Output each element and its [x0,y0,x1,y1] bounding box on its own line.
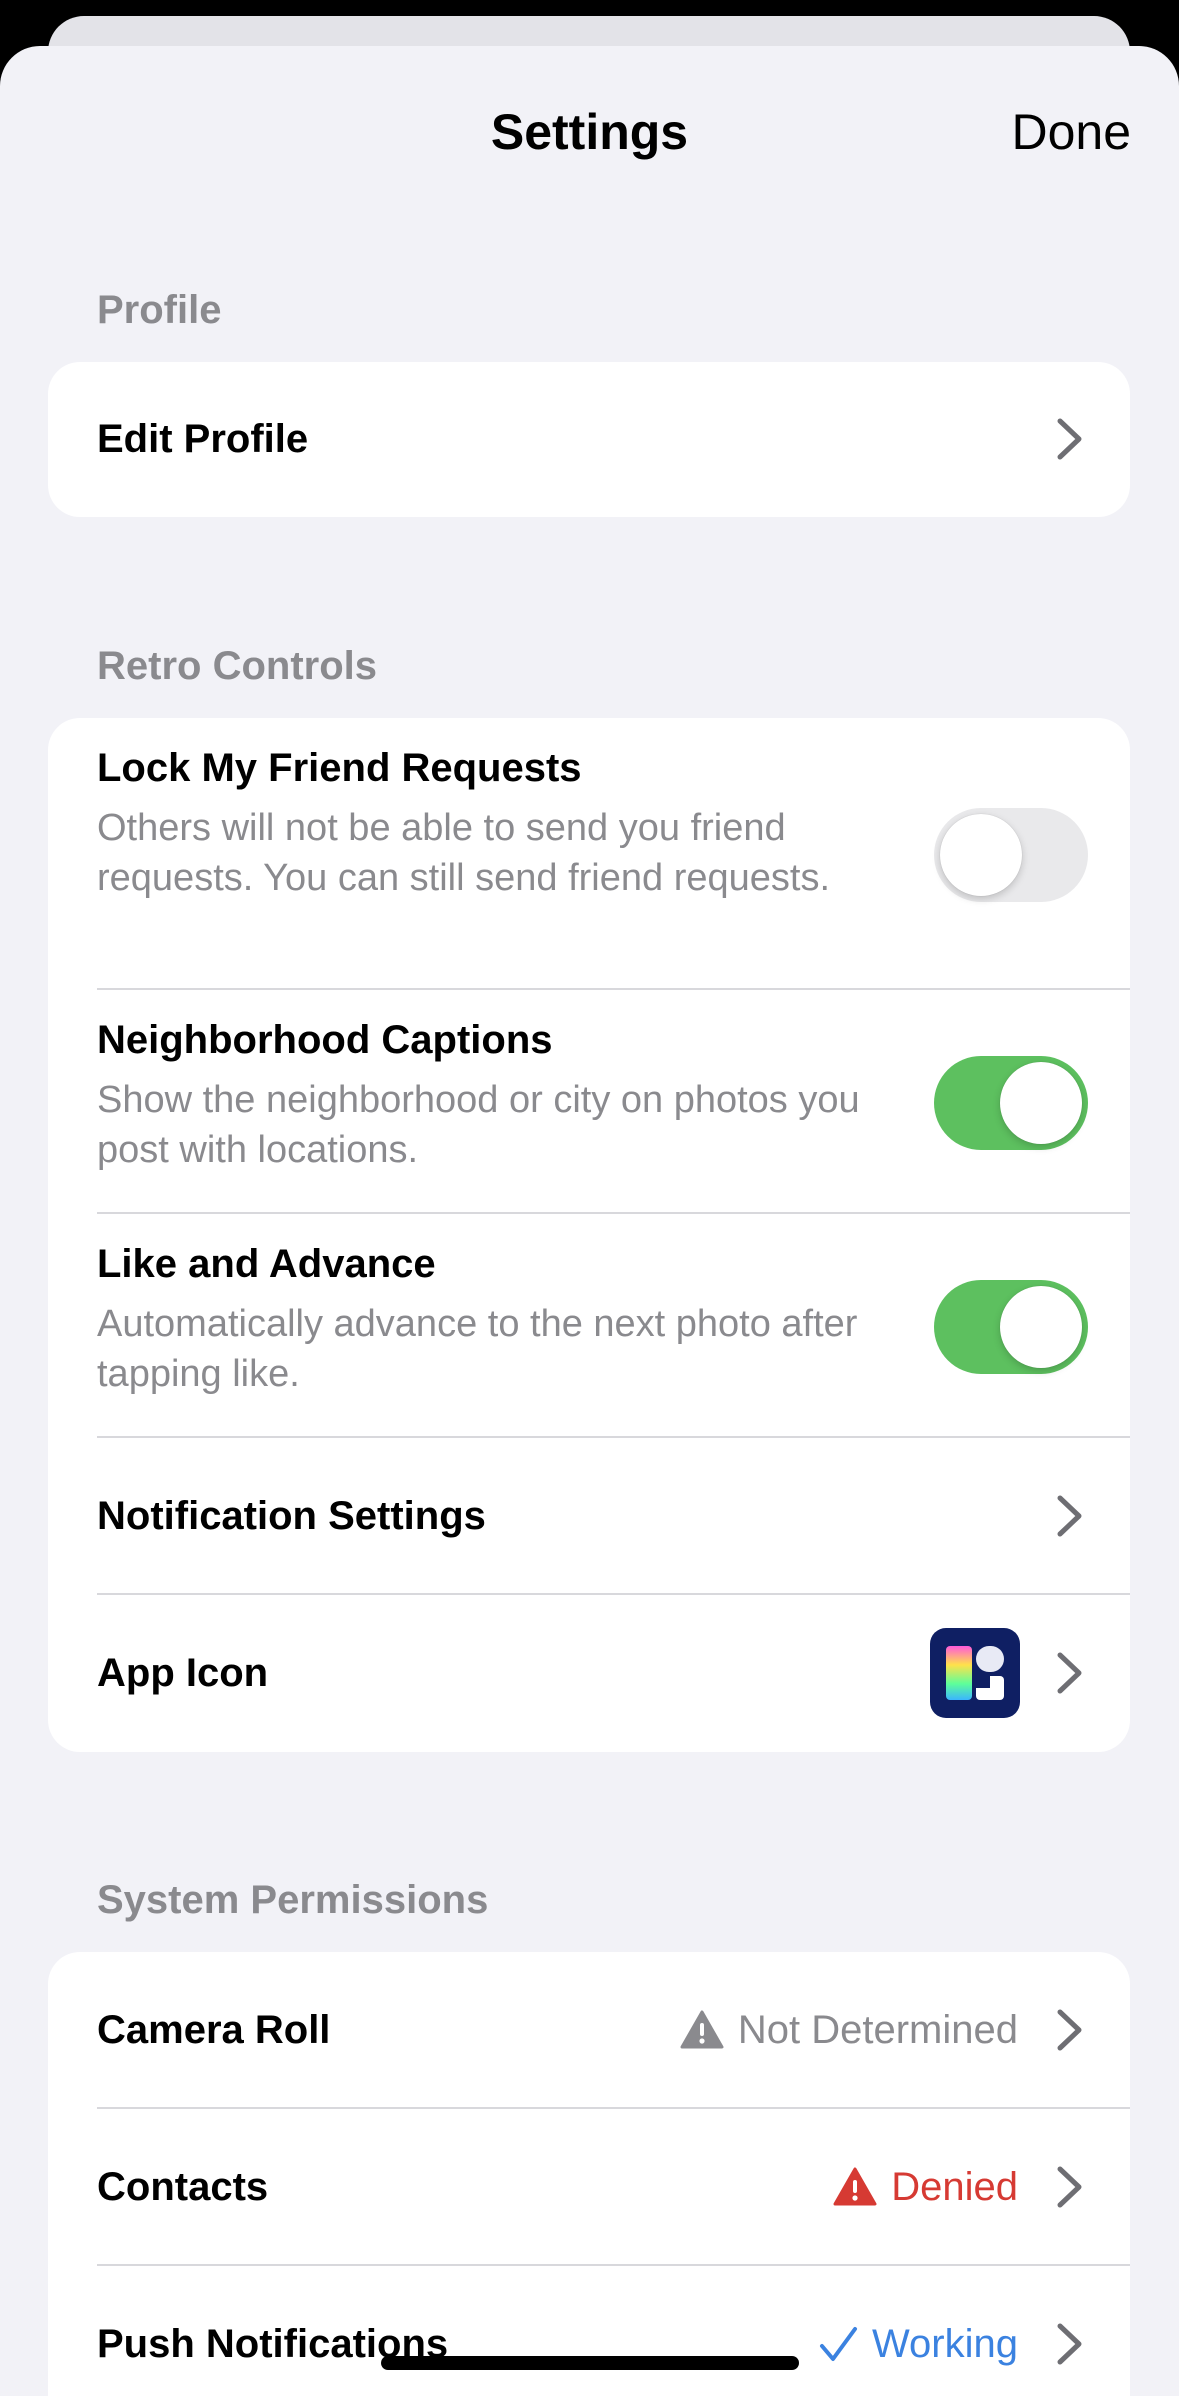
like-and-advance-row: Like and Advance Automatically advance t… [48,1214,1130,1438]
page-title: Settings [490,104,689,160]
chevron-right-icon [1055,1494,1085,1538]
like-and-advance-label: Like and Advance [97,1242,436,1286]
chevron-right-icon [1055,2322,1085,2366]
camera-roll-label: Camera Roll [97,2008,331,2052]
section-header-profile: Profile [97,288,222,332]
app-icon-preview [930,1628,1020,1718]
lock-friend-requests-description: Others will not be able to send you frie… [97,807,831,899]
push-notifications-status-text: Working [872,2322,1018,2366]
contacts-label: Contacts [97,2165,269,2209]
settings-sheet: Settings Done Profile Edit Profile Retro… [0,46,1179,2396]
like-and-advance-description: Automatically advance to the next photo … [97,1303,858,1395]
app-icon-row[interactable]: App Icon [48,1595,1130,1752]
toggle-knob [940,814,1022,896]
camera-roll-row[interactable]: Camera Roll Not Determined [48,1952,1130,2109]
push-notifications-row[interactable]: Push Notifications Working [48,2266,1130,2396]
toggle-knob [1000,1062,1082,1144]
toggle-knob [1000,1286,1082,1368]
lock-friend-requests-toggle[interactable] [934,808,1088,902]
home-indicator [381,2356,799,2370]
edit-profile-row[interactable]: Edit Profile [48,362,1130,517]
done-button[interactable]: Done [1011,102,1131,162]
push-notifications-status: Working [818,2320,1018,2368]
lock-friend-requests-label: Lock My Friend Requests [97,746,582,790]
neighborhood-captions-toggle[interactable] [934,1056,1088,1150]
neighborhood-captions-row: Neighborhood Captions Show the neighborh… [48,990,1130,1214]
edit-profile-label: Edit Profile [97,417,309,461]
warning-icon [833,2167,877,2207]
neighborhood-captions-description: Show the neighborhood or city on photos … [97,1079,860,1171]
contacts-status: Denied [833,2163,1018,2211]
contacts-status-text: Denied [891,2165,1018,2209]
notification-settings-label: Notification Settings [97,1494,486,1538]
camera-roll-status-text: Not Determined [737,2008,1018,2052]
system-permissions-card: Camera Roll Not Determined Contacts Deni… [48,1952,1130,2396]
chevron-right-icon [1055,417,1085,461]
warning-icon [680,2010,724,2050]
like-and-advance-toggle[interactable] [934,1280,1088,1374]
section-header-system-permissions: System Permissions [97,1878,489,1922]
contacts-row[interactable]: Contacts Denied [48,2109,1130,2266]
chevron-right-icon [1055,2008,1085,2052]
section-header-retro-controls: Retro Controls [97,644,377,688]
lock-friend-requests-row: Lock My Friend Requests Others will not … [48,718,1130,990]
camera-roll-status: Not Determined [680,2006,1018,2054]
chevron-right-icon [1055,2165,1085,2209]
chevron-right-icon [1055,1651,1085,1695]
app-icon-label: App Icon [97,1651,269,1695]
neighborhood-captions-label: Neighborhood Captions [97,1018,553,1062]
profile-card: Edit Profile [48,362,1130,517]
retro-controls-card: Lock My Friend Requests Others will not … [48,718,1130,1752]
notification-settings-row[interactable]: Notification Settings [48,1438,1130,1595]
checkmark-icon [818,2324,858,2364]
